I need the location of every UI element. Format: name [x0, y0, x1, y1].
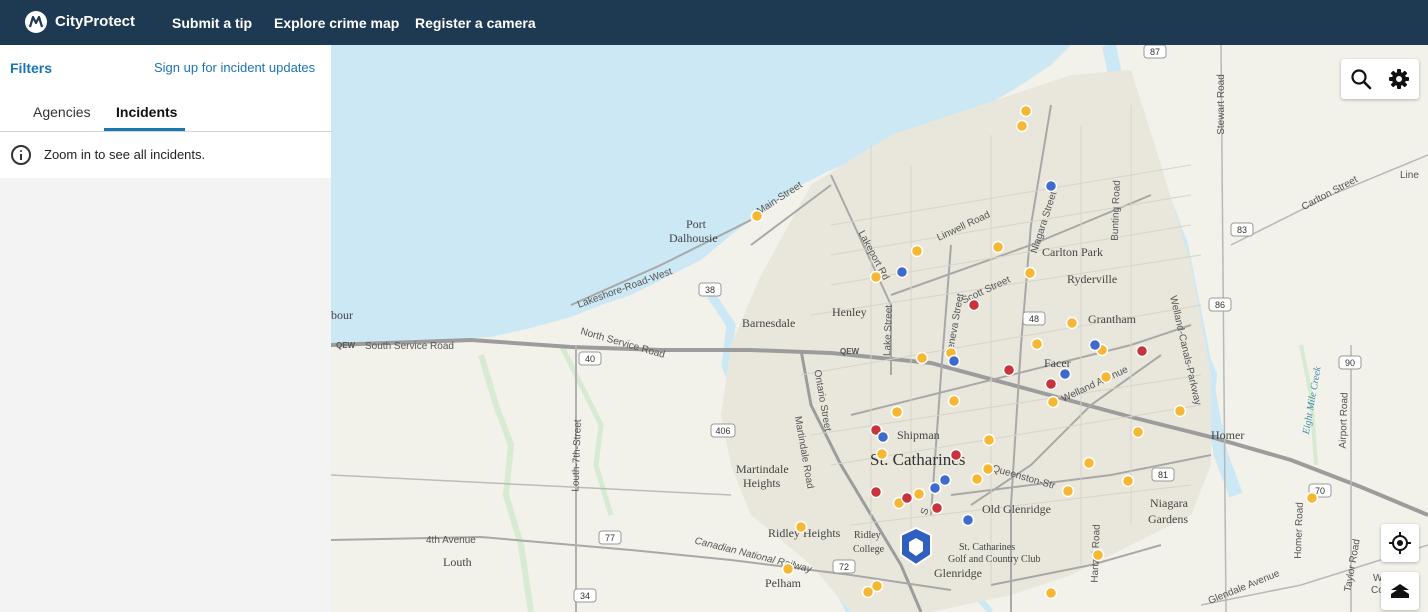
label-st-catharines: St. Catharines — [870, 450, 966, 469]
label-shipman: Shipman — [897, 428, 940, 442]
label-college: College — [853, 544, 885, 555]
motorola-logo-icon[interactable] — [25, 11, 47, 33]
info-icon — [11, 145, 31, 165]
label-facer: Facer — [1044, 356, 1071, 370]
label-dalhousie: Dalhousie — [669, 231, 718, 245]
layers-control — [1381, 572, 1419, 610]
nav-explore-crime-map[interactable]: Explore crime map — [274, 15, 399, 31]
nav-submit-tip[interactable]: Submit a tip — [172, 15, 252, 31]
road-bunting: Bunting Road — [1109, 180, 1123, 241]
road-homer-road: Homer Road — [1292, 501, 1306, 560]
label-golf-2: Golf and Country Club — [948, 554, 1041, 565]
label-golf-1: St. Catharines — [959, 542, 1016, 553]
label-heights: Heights — [743, 476, 781, 490]
locate-icon[interactable] — [1382, 525, 1418, 561]
label-ryderville: Ryderville — [1067, 272, 1118, 286]
layers-icon[interactable] — [1382, 573, 1418, 609]
road-stewart: Stewart Road — [1215, 74, 1227, 135]
label-louth: Louth — [443, 555, 472, 569]
locate-control — [1381, 524, 1419, 562]
top-navigation-bar: CityProtect Submit a tip Explore crime m… — [0, 0, 1428, 45]
label-carlton-park: Carlton Park — [1042, 245, 1103, 259]
zoom-info-text: Zoom in to see all incidents. — [44, 147, 206, 162]
label-ridley-heights: Ridley Heights — [768, 526, 841, 540]
nav-register-camera[interactable]: Register a camera — [415, 15, 536, 31]
road-south-service: South Service Road — [365, 341, 454, 352]
brand-name[interactable]: CityProtect — [55, 13, 135, 30]
label-barnesdale: Barnesdale — [742, 316, 796, 330]
crime-map[interactable]: Port Dalhousie Barnesdale Henley Carlton… — [331, 45, 1428, 612]
road-lake-street: Lake Street — [882, 304, 895, 357]
label-gardens: Gardens — [1148, 512, 1188, 526]
road-qew-2: QEW — [840, 347, 860, 356]
road-4th-avenue: 4th Avenue — [426, 535, 476, 546]
filters-link[interactable]: Filters — [10, 60, 52, 76]
side-panel: Filters Sign up for incident updates Age… — [0, 45, 331, 612]
map-canvas[interactable] — [331, 45, 1428, 612]
label-grantham: Grantham — [1088, 312, 1136, 326]
panel-header: Filters Sign up for incident updates Age… — [0, 45, 331, 178]
gear-icon[interactable] — [1381, 61, 1417, 97]
road-hartzel: Hartzel Road — [1089, 524, 1103, 583]
label-martindale: Martindale — [736, 462, 789, 476]
label-ridley: Ridley — [854, 530, 881, 541]
label-harbour: bour — [331, 308, 353, 322]
label-port: Port — [686, 217, 707, 231]
road-airport: Airport Road — [1337, 392, 1351, 449]
search-icon[interactable] — [1343, 61, 1379, 97]
label-old-glenridge: Old Glenridge — [982, 502, 1051, 516]
label-pelham: Pelham — [765, 576, 801, 590]
tab-agencies[interactable]: Agencies — [33, 104, 91, 120]
signup-incident-updates-link[interactable]: Sign up for incident updates — [154, 60, 315, 75]
tab-incidents[interactable]: Incidents — [116, 104, 177, 120]
label-niagara: Niagara — [1150, 496, 1188, 510]
label-glenridge: Glenridge — [934, 566, 982, 580]
road-qew-1: QEW — [336, 341, 356, 350]
label-homer: Homer — [1211, 428, 1245, 442]
label-henley: Henley — [832, 305, 867, 319]
label-line: Line — [1400, 170, 1419, 181]
tabs-divider — [0, 131, 331, 132]
map-tools — [1341, 59, 1419, 99]
